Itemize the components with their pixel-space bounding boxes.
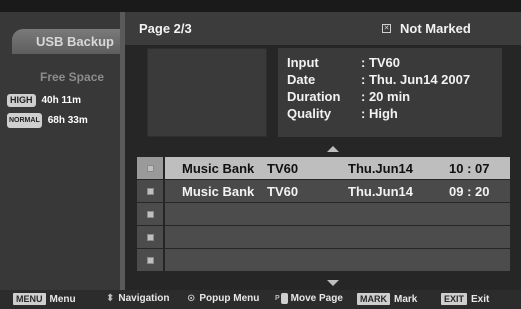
sidebar: USB Backup Free Space HIGH 40h 11m NORMA…	[0, 12, 120, 290]
info-input-label: Input	[287, 55, 319, 70]
row-checkbox	[137, 226, 165, 248]
recording-date: Thu.Jun14	[348, 183, 414, 199]
recordings-panel: Page 2/3 ✕ Not Marked Input : TV60 Date …	[125, 12, 521, 290]
mark-status: ✕ Not Marked	[382, 21, 471, 36]
recording-row[interactable]: Music Bank TV60 Thu.Jun14 09 : 20	[137, 180, 510, 202]
help-bar: MENU Menu ⬍ Navigation ⊙ Popup Menu P Mo…	[0, 290, 521, 309]
mark-hint-label: Mark	[394, 293, 418, 305]
info-duration-label: Duration	[287, 89, 341, 104]
info-date-label: Date	[287, 72, 316, 87]
popup-hint: ⊙ Popup Menu	[187, 293, 259, 304]
normal-badge: NORMAL	[7, 113, 42, 128]
page-indicator: Page 2/3	[139, 21, 192, 36]
empty-row	[137, 203, 510, 225]
move-page-hint-label: Move Page	[290, 293, 343, 304]
popup-hint-label: Popup Menu	[199, 293, 260, 304]
top-strip	[0, 0, 521, 12]
scroll-up-icon[interactable]	[327, 146, 339, 152]
menu-hint: MENU Menu	[13, 293, 76, 305]
scroll-down-icon[interactable]	[327, 280, 339, 286]
row-checkbox	[137, 203, 165, 225]
menu-hint-label: Menu	[49, 293, 76, 305]
recording-channel: TV60	[267, 183, 299, 199]
info-duration-value: : 20 min	[361, 89, 411, 104]
high-time: 40h 11m	[41, 95, 81, 106]
page-key-label: P	[275, 295, 280, 302]
quality-normal-row: NORMAL 68h 33m	[7, 113, 88, 128]
preview-thumbnail	[147, 48, 267, 137]
usb-backup-tab[interactable]: USB Backup	[12, 29, 120, 54]
menu-key-icon: MENU	[13, 293, 46, 305]
row-checkbox[interactable]	[137, 157, 165, 179]
high-badge: HIGH	[7, 94, 36, 107]
quality-high-row: HIGH 40h 11m	[7, 94, 81, 107]
row-checkbox	[137, 249, 165, 271]
mark-hint: MARK Mark	[357, 293, 417, 305]
recording-title: Music Bank	[182, 183, 255, 199]
recording-time: 10 : 07	[449, 160, 490, 176]
navigation-hint: ⬍ Navigation	[106, 293, 170, 304]
recording-date: Thu.Jun14	[348, 160, 414, 176]
move-page-hint: P Move Page	[275, 293, 343, 304]
panel-header: Page 2/3 ✕ Not Marked	[125, 12, 521, 45]
row-checkbox[interactable]	[137, 180, 165, 202]
info-date-value: : Thu. Jun14 2007	[361, 72, 471, 87]
page-up-down-icon	[280, 293, 288, 304]
mark-key-icon: MARK	[357, 293, 390, 305]
recordings-list: Music Bank TV60 Thu.Jun14 10 : 07 Music …	[137, 157, 510, 272]
info-quality-label: Quality	[287, 106, 332, 121]
exit-hint-label: Exit	[471, 293, 490, 305]
exit-hint: EXIT Exit	[441, 293, 489, 305]
navigation-hint-label: Navigation	[118, 293, 170, 304]
ok-button-icon: ⊙	[187, 293, 196, 304]
up-down-arrow-icon: ⬍	[106, 293, 115, 304]
info-input-value: : TV60	[361, 55, 401, 70]
exit-key-icon: EXIT	[441, 293, 468, 305]
normal-time: 68h 33m	[47, 115, 88, 126]
checkbox-icon: ✕	[382, 24, 391, 33]
info-quality-value: : High	[361, 106, 398, 121]
recording-title: Music Bank	[182, 160, 255, 176]
recording-time: 09 : 20	[449, 183, 490, 199]
recording-channel: TV60	[267, 160, 299, 176]
recording-row[interactable]: Music Bank TV60 Thu.Jun14 10 : 07	[137, 157, 510, 179]
mark-status-label: Not Marked	[400, 21, 471, 36]
empty-row	[137, 226, 510, 248]
free-space-label: Free Space	[40, 70, 105, 84]
empty-row	[137, 249, 510, 271]
recording-info-panel: Input : TV60 Date : Thu. Jun14 2007 Dura…	[278, 48, 502, 137]
